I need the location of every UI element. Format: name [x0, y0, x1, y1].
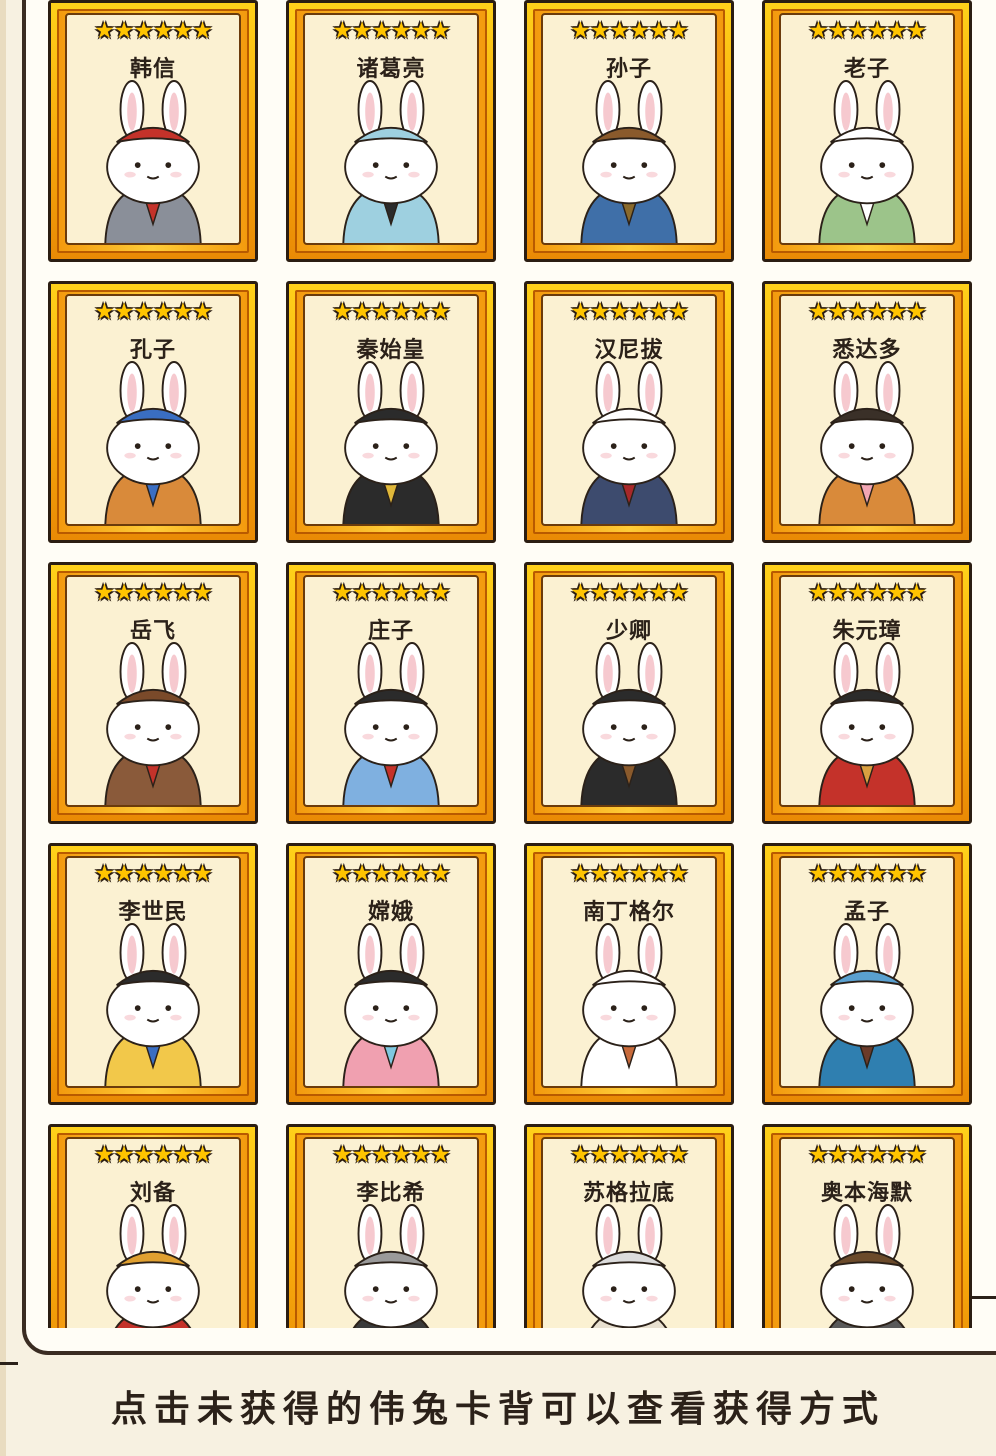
character-card[interactable]: ★★★★★★ 南丁格尔: [524, 843, 734, 1105]
character-card[interactable]: ★★★★★★ 庄子: [286, 562, 496, 824]
card-face: ★★★★★★ 孔子: [65, 294, 241, 526]
character-art: [820, 1204, 914, 1328]
card-face: ★★★★★★ 李比希: [303, 1137, 479, 1328]
character-art: [580, 642, 678, 805]
card-face: ★★★★★★ 朱元璋: [779, 575, 955, 807]
character-card[interactable]: ★★★★★★ 孔子: [48, 281, 258, 543]
star-rating: ★★★★★★: [332, 299, 451, 325]
character-art: [818, 642, 916, 805]
card-face: ★★★★★★ 孟子: [779, 856, 955, 1088]
character-card[interactable]: ★★★★★★ 朱元璋: [762, 562, 972, 824]
character-card[interactable]: ★★★★★★ 苏格拉底: [524, 1124, 734, 1328]
card-face: ★★★★★★ 岳飞: [65, 575, 241, 807]
character-art: [106, 1204, 200, 1328]
character-card[interactable]: ★★★★★★ 秦始皇: [286, 281, 496, 543]
character-art: [580, 923, 678, 1086]
character-art: [104, 80, 202, 243]
card-face: ★★★★★★ 老子: [779, 13, 955, 245]
character-card[interactable]: ★★★★★★ 刘备: [48, 1124, 258, 1328]
character-card[interactable]: ★★★★★★ 韩信: [48, 0, 258, 262]
star-rating: ★★★★★★: [332, 580, 451, 606]
character-card[interactable]: ★★★★★★ 孙子: [524, 0, 734, 262]
character-art: [342, 80, 440, 243]
character-art: [342, 361, 440, 524]
star-rating: ★★★★★★: [570, 18, 689, 44]
star-rating: ★★★★★★: [94, 299, 213, 325]
character-art: [104, 923, 202, 1086]
star-rating: ★★★★★★: [94, 1142, 213, 1168]
card-face: ★★★★★★ 秦始皇: [303, 294, 479, 526]
character-card[interactable]: ★★★★★★ 孟子: [762, 843, 972, 1105]
card-face: ★★★★★★ 悉达多: [779, 294, 955, 526]
card-grid: ★★★★★★ 韩信 ★★★★★★ 诸葛亮 ★★★★★★ 孙子 ★★★★★★ 老子 ★★★★★★ 孔…: [48, 0, 972, 1328]
card-face: ★★★★★★ 南丁格尔: [541, 856, 717, 1088]
star-rating: ★★★★★★: [808, 1142, 927, 1168]
card-face: ★★★★★★ 孙子: [541, 13, 717, 245]
character-art: [104, 361, 202, 524]
character-card[interactable]: ★★★★★★ 少卿: [524, 562, 734, 824]
character-card[interactable]: ★★★★★★ 诸葛亮: [286, 0, 496, 262]
card-face: ★★★★★★ 奥本海默: [779, 1137, 955, 1328]
card-face: ★★★★★★ 庄子: [303, 575, 479, 807]
frame-left-edge: [0, 0, 6, 1456]
frame-tick-left: [0, 1362, 18, 1365]
character-card[interactable]: ★★★★★★ 悉达多: [762, 281, 972, 543]
character-card[interactable]: ★★★★★★ 汉尼拔: [524, 281, 734, 543]
star-rating: ★★★★★★: [94, 18, 213, 44]
star-rating: ★★★★★★: [570, 861, 689, 887]
character-art: [104, 642, 202, 805]
card-face: ★★★★★★ 韩信: [65, 13, 241, 245]
character-art: [344, 1204, 438, 1328]
card-face: ★★★★★★ 少卿: [541, 575, 717, 807]
star-rating: ★★★★★★: [808, 580, 927, 606]
character-card[interactable]: ★★★★★★ 奥本海默: [762, 1124, 972, 1328]
character-card[interactable]: ★★★★★★ 李比希: [286, 1124, 496, 1328]
character-card[interactable]: ★★★★★★ 李世民: [48, 843, 258, 1105]
character-art: [342, 642, 440, 805]
character-art: [342, 923, 440, 1086]
star-rating: ★★★★★★: [94, 580, 213, 606]
hint-text: 点击未获得的伟兔卡背可以查看获得方式: [110, 1389, 885, 1430]
star-rating: ★★★★★★: [332, 861, 451, 887]
star-rating: ★★★★★★: [808, 299, 927, 325]
character-card[interactable]: ★★★★★★ 老子: [762, 0, 972, 262]
card-face: ★★★★★★ 李世民: [65, 856, 241, 1088]
star-rating: ★★★★★★: [808, 861, 927, 887]
card-face: ★★★★★★ 汉尼拔: [541, 294, 717, 526]
star-rating: ★★★★★★: [94, 861, 213, 887]
star-rating: ★★★★★★: [332, 1142, 451, 1168]
card-face: ★★★★★★ 苏格拉底: [541, 1137, 717, 1328]
card-face: ★★★★★★ 诸葛亮: [303, 13, 479, 245]
character-card[interactable]: ★★★★★★ 岳飞: [48, 562, 258, 824]
character-art: [582, 1204, 676, 1328]
character-card[interactable]: ★★★★★★ 嫦娥: [286, 843, 496, 1105]
star-rating: ★★★★★★: [570, 1142, 689, 1168]
frame-tick-right: [968, 1296, 996, 1299]
star-rating: ★★★★★★: [808, 18, 927, 44]
character-art: [580, 361, 678, 524]
star-rating: ★★★★★★: [332, 18, 451, 44]
character-art: [818, 923, 916, 1086]
star-rating: ★★★★★★: [570, 299, 689, 325]
character-art: [580, 80, 678, 243]
card-face: ★★★★★★ 刘备: [65, 1137, 241, 1328]
character-art: [818, 80, 916, 243]
star-rating: ★★★★★★: [570, 580, 689, 606]
card-face: ★★★★★★ 嫦娥: [303, 856, 479, 1088]
character-art: [818, 361, 916, 524]
